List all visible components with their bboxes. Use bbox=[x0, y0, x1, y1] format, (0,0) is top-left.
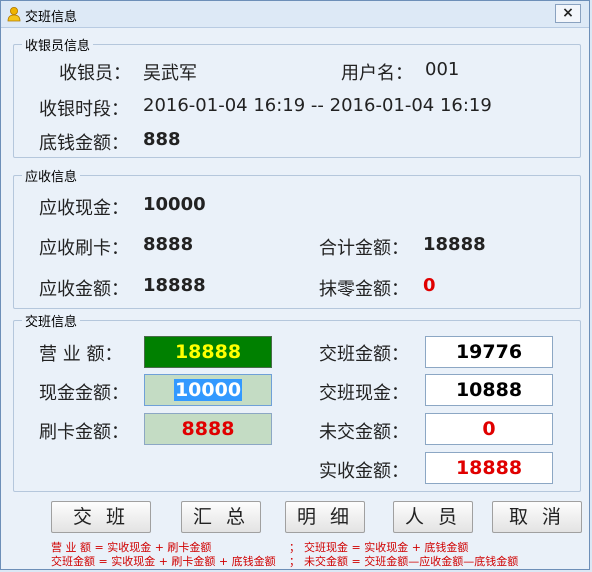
handover-button[interactable]: 交 班 bbox=[51, 501, 151, 533]
summary-button[interactable]: 汇 总 bbox=[181, 501, 261, 533]
handover-window: 交班信息 × 收银员信息 收银员： 吴武军 用户名： 001 收银时段： 201… bbox=[0, 0, 590, 570]
receivable-card-label: 应收刷卡： bbox=[39, 238, 129, 259]
period-label: 收银时段： bbox=[39, 99, 129, 120]
receivable-card-value: 8888 bbox=[143, 234, 194, 255]
username-label: 用户名： bbox=[341, 63, 413, 84]
total-label: 合计金额： bbox=[319, 238, 409, 259]
unsubmitted-label: 未交金额： bbox=[319, 422, 409, 443]
cashier-label: 收银员： bbox=[59, 63, 131, 84]
close-button[interactable]: × bbox=[555, 4, 581, 23]
window-title: 交班信息 bbox=[25, 10, 78, 25]
receivable-due-label: 应收金额： bbox=[39, 279, 129, 300]
revenue-field[interactable]: 18888 bbox=[144, 336, 272, 368]
rounding-value: 0 bbox=[423, 275, 436, 296]
card-amount-label: 刷卡金额： bbox=[39, 422, 129, 443]
title-bar: 交班信息 × bbox=[1, 1, 589, 28]
handover-amount-field[interactable]: 19776 bbox=[425, 336, 553, 368]
card-amount-field[interactable]: 8888 bbox=[144, 413, 272, 445]
user-icon bbox=[7, 7, 21, 22]
float-label: 底钱金额： bbox=[39, 133, 129, 154]
received-label: 实收金额： bbox=[319, 461, 409, 482]
detail-button[interactable]: 明 细 bbox=[285, 501, 365, 533]
receivable-cash-value: 10000 bbox=[143, 194, 206, 215]
revenue-label: 营 业 额： bbox=[39, 344, 123, 365]
total-value: 18888 bbox=[423, 234, 486, 255]
handover-cash-label: 交班现金： bbox=[319, 383, 409, 404]
formula-unsubmitted: 未交金额 = 交班金额—应收金额—底钱金额 bbox=[304, 555, 519, 568]
cash-amount-label: 现金金额： bbox=[39, 383, 129, 404]
period-value: 2016-01-04 16:19 -- 2016-01-04 16:19 bbox=[143, 95, 492, 116]
cashier-value: 吴武军 bbox=[143, 63, 197, 84]
group-title-cashier: 收银员信息 bbox=[22, 35, 94, 54]
group-title-handover: 交班信息 bbox=[22, 311, 81, 330]
staff-button[interactable]: 人 员 bbox=[393, 501, 473, 533]
float-value: 888 bbox=[143, 129, 181, 150]
received-field[interactable]: 18888 bbox=[425, 452, 553, 484]
selected-text: 10000 bbox=[173, 379, 243, 401]
receivable-due-value: 18888 bbox=[143, 275, 206, 296]
receivable-cash-label: 应收现金： bbox=[39, 198, 129, 219]
formula-handover-amount: 交班金额 = 实收现金 + 刷卡金额 + 底钱金额 bbox=[51, 555, 276, 568]
group-title-receivable: 应收信息 bbox=[22, 166, 81, 185]
cancel-button[interactable]: 取 消 bbox=[492, 501, 582, 533]
rounding-label: 抹零金额： bbox=[319, 279, 409, 300]
handover-amount-label: 交班金额： bbox=[319, 344, 409, 365]
formula-separator: ； bbox=[289, 555, 300, 568]
unsubmitted-field[interactable]: 0 bbox=[425, 413, 553, 445]
handover-cash-field[interactable]: 10888 bbox=[425, 374, 553, 406]
cash-amount-input[interactable]: 10000 bbox=[144, 374, 272, 406]
username-value: 001 bbox=[425, 59, 460, 80]
